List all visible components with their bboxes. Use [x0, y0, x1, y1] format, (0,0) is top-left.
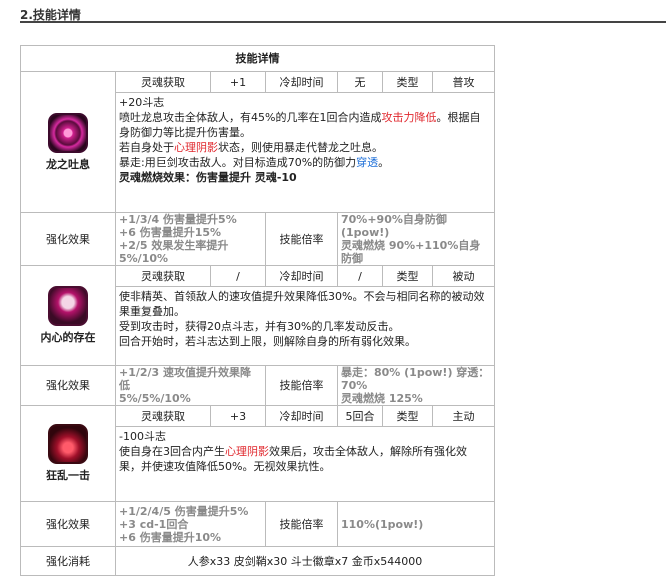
- skill-2-meta-row: 内心的存在 灵魂获取 / 冷却时间 / 类型 被动: [20, 265, 496, 366]
- skill-2-enhance-row: 强化效果 +1/2/3 速攻值提升效果降低 5%/5%/10% 技能倍率 暴走：8…: [20, 365, 496, 406]
- table-title: 技能详情: [19, 45, 496, 72]
- skill-2-type-value: 被动: [431, 265, 496, 287]
- desc-line: +20斗志: [119, 96, 165, 109]
- keyword-penetration[interactable]: 穿透: [356, 156, 378, 169]
- skill-1-description: +20斗志 喷吐龙息攻击全体敌人，有45%的几率在1回合内造成攻击力降低。根据自…: [114, 92, 496, 213]
- desc-line: 受到攻击时，获得20点斗志，并有30%的几率发动反击。: [119, 320, 400, 333]
- skill-2-multiplier: 暴走：80% (1pow!) 穿透：70% 灵魂燃烧 125%: [336, 365, 496, 406]
- skill-1-multiplier: 70%+90%自身防御(1pow!) 灵魂燃烧 90%+110%自身防御: [336, 212, 496, 266]
- skill-3-icon-cell: 狂乱一击: [20, 405, 116, 502]
- skill-3-type-value: 主动: [431, 405, 496, 427]
- skill-3-enhance-row: 强化效果 +1/2/4/5 伤害量提升5% +3 cd-1回合 +6 伤害量提升10…: [20, 501, 496, 547]
- consume-row: 强化消耗 人参x33 皮剑鞘x30 斗士徽章x7 金币x544000: [20, 546, 496, 576]
- skill-3-multiplier: 110%(1pow!): [336, 501, 496, 547]
- consume-value: 人参x33 皮剑鞘x30 斗士徽章x7 金币x544000: [114, 546, 496, 576]
- title-divider: [20, 21, 666, 23]
- skill-2-soul-value: /: [210, 265, 266, 287]
- soul-obtain-label: 灵魂获取: [115, 405, 211, 427]
- keyword-trauma[interactable]: 心理阴影: [225, 445, 269, 458]
- skill-1-cooldown-value: 无: [337, 71, 383, 93]
- skill-2-cooldown-value: /: [337, 265, 383, 287]
- skill-3-meta-row: 狂乱一击 灵魂获取 +3 冷却时间 5回合 类型 主动: [20, 405, 496, 502]
- type-label: 类型: [382, 405, 433, 427]
- table-header-row: 技能详情: [19, 45, 496, 72]
- enhance-label: 强化效果: [20, 212, 116, 266]
- skill-1-type-value: 普攻: [431, 71, 496, 93]
- desc-line: 回合开始时，若斗志达到上限，则解除自身的所有弱化效果。: [119, 335, 416, 348]
- type-label: 类型: [382, 265, 433, 287]
- frenzy-strike-icon: [48, 424, 88, 464]
- skill-1-meta-row: 龙之吐息 灵魂获取 +1 冷却时间 无 类型 普攻: [20, 71, 496, 213]
- skill-3-cooldown-value: 5回合: [337, 405, 383, 427]
- multiplier-label: 技能倍率: [265, 212, 338, 266]
- skill-2-description: 使非精英、首领敌人的速攻值提升效果降低30%。不会与相同名称的被动效 果重复叠加…: [114, 286, 496, 366]
- skill-1-soul-value: +1: [210, 71, 266, 93]
- desc-line: 果重复叠加。: [119, 305, 185, 318]
- keyword-trauma[interactable]: 心理阴影: [174, 141, 218, 154]
- cooldown-label: 冷却时间: [265, 71, 338, 93]
- inner-presence-icon: [48, 286, 88, 326]
- multiplier-label: 技能倍率: [265, 365, 338, 406]
- multiplier-label: 技能倍率: [265, 501, 338, 547]
- desc-line: 灵魂燃烧效果：伤害量提升 灵魂-10: [119, 171, 297, 184]
- skill-3-name: 狂乱一击: [46, 469, 90, 482]
- skill-3-description: -100斗志 使自身在3回合内产生心理阴影效果后，攻击全体敌人，解除所有强化效 …: [114, 426, 496, 502]
- dragon-breath-icon: [48, 112, 88, 153]
- soul-obtain-label: 灵魂获取: [115, 265, 211, 287]
- skill-detail-table: 技能详情 龙之吐息 灵魂获取 +1 冷却时间 无 类型 普攻 +20斗志 喷吐龙…: [19, 45, 496, 576]
- skill-2-enhance: +1/2/3 速攻值提升效果降低 5%/5%/10%: [115, 365, 266, 406]
- desc-line: 若自身处于心理阴影状态，则使用暴走代替龙之吐息。: [119, 141, 383, 154]
- cooldown-label: 冷却时间: [265, 265, 338, 287]
- enhance-label: 强化效果: [20, 501, 116, 547]
- skill-3-enhance: +1/2/4/5 伤害量提升5% +3 cd-1回合 +6 伤害量提升10%: [115, 501, 266, 547]
- desc-line: 喷吐龙息攻击全体敌人，有45%的几率在1回合内造成攻击力降低。根据自: [119, 111, 481, 124]
- keyword-atk-down[interactable]: 攻击力降低: [381, 111, 436, 124]
- cooldown-label: 冷却时间: [265, 405, 338, 427]
- skill-1-icon-cell: 龙之吐息: [20, 71, 116, 213]
- desc-line: 身防御力等比提升伤害量。: [119, 126, 251, 139]
- enhance-label: 强化效果: [20, 365, 116, 406]
- consume-label: 强化消耗: [20, 546, 116, 576]
- soul-obtain-label: 灵魂获取: [115, 71, 211, 93]
- skill-1-name: 龙之吐息: [46, 157, 90, 171]
- desc-line: 暴走:用巨剑攻击敌人。对目标造成70%的防御力穿透。: [119, 156, 390, 169]
- skill-1-enhance-row: 强化效果 +1/3/4 伤害量提升5% +6 伤害量提升15% +2/5 效果发生率…: [20, 212, 496, 266]
- skill-3-soul-value: +3: [210, 405, 266, 427]
- skill-2-icon-cell: 内心的存在: [20, 265, 116, 366]
- desc-line: 使非精英、首领敌人的速攻值提升效果降低30%。不会与相同名称的被动效: [119, 290, 485, 303]
- type-label: 类型: [382, 71, 433, 93]
- skill-1-enhance: +1/3/4 伤害量提升5% +6 伤害量提升15% +2/5 效果发生率提升5%/…: [115, 212, 266, 266]
- desc-line: 果，并使速攻值降低50%。无视效果抗性。: [119, 460, 331, 473]
- desc-line: 使自身在3回合内产生心理阴影效果后，攻击全体敌人，解除所有强化效: [119, 445, 467, 458]
- skill-2-name: 内心的存在: [40, 331, 96, 344]
- desc-line: -100斗志: [119, 430, 166, 443]
